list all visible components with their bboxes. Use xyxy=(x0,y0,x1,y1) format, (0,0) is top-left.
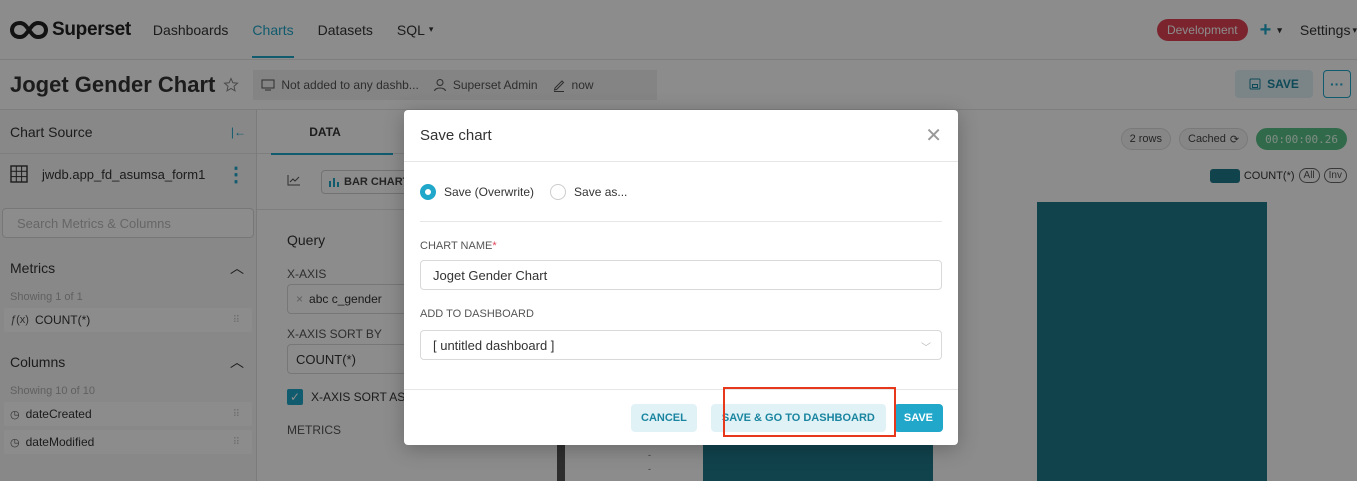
modal-header: Save chart ✕ xyxy=(404,110,958,162)
chart-name-label: CHART NAME* xyxy=(420,240,942,254)
close-icon[interactable]: ✕ xyxy=(925,123,942,148)
radio-overwrite[interactable] xyxy=(420,183,436,200)
modal-body: Save (Overwrite) Save as... CHART NAME* … xyxy=(404,162,958,360)
add-to-dashboard-label: ADD TO DASHBOARD xyxy=(420,308,534,320)
chart-name-label-text: CHART NAME xyxy=(420,240,493,252)
save-mode-radios: Save (Overwrite) Save as... xyxy=(420,162,942,222)
chevron-down-icon: ﹀ xyxy=(921,343,931,354)
modal-title: Save chart xyxy=(420,127,492,144)
cancel-button[interactable]: CANCEL xyxy=(631,403,697,432)
save-button[interactable]: SAVE xyxy=(893,403,943,432)
radio-overwrite-label[interactable]: Save (Overwrite) xyxy=(444,185,534,199)
radio-save-as-label[interactable]: Save as... xyxy=(574,185,627,199)
highlight-box xyxy=(723,387,896,437)
radio-save-as[interactable] xyxy=(550,183,567,200)
chart-name-input[interactable]: Joget Gender Chart xyxy=(420,260,942,290)
required-marker: * xyxy=(492,240,497,252)
dashboard-select-value: [ untitled dashboard ] xyxy=(433,337,555,353)
dashboard-select[interactable]: [ untitled dashboard ] ﹀ xyxy=(420,330,942,360)
